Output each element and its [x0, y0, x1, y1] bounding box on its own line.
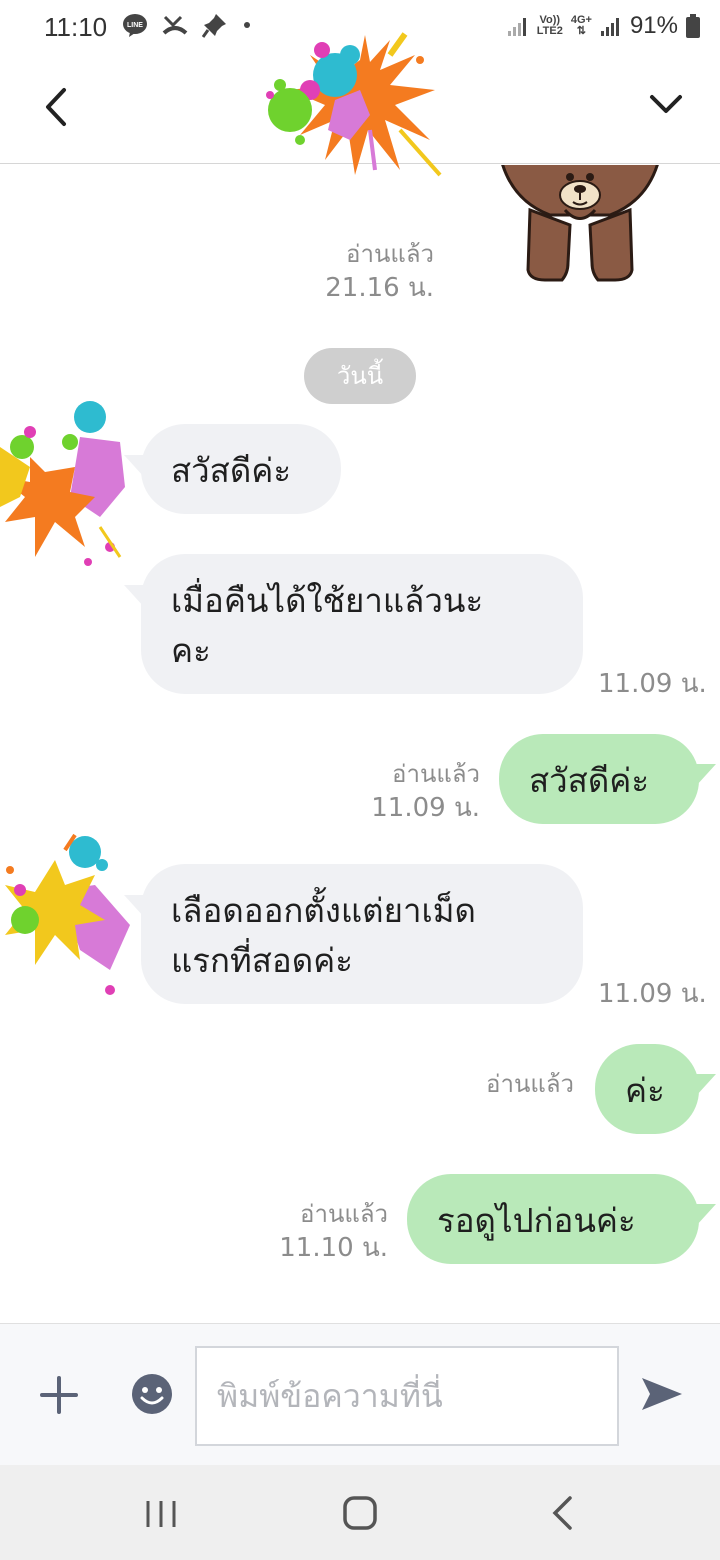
read-label: อ่านแล้ว	[346, 240, 434, 268]
chat-header	[0, 32, 720, 177]
more-dot-icon	[244, 22, 250, 28]
message-text: ค่ะ	[625, 1071, 665, 1110]
message-bubble-outgoing[interactable]: สวัสดีค่ะ	[499, 734, 699, 824]
message-text-line: เมื่อคืนได้ใช้ยาแล้วนะ	[171, 581, 484, 620]
back-icon[interactable]	[548, 1495, 578, 1531]
message-time: 11.09 น.	[598, 979, 707, 1009]
status-time: 11:10	[44, 12, 108, 42]
chevron-down-icon[interactable]	[644, 82, 688, 126]
read-receipt: อ่านแล้ว 11.09 น.	[354, 757, 480, 825]
date-divider: วันนี้	[304, 348, 416, 404]
message-text-line: เลือดออกตั้งแต่ยาเม็ด	[171, 891, 476, 930]
svg-text:LINE: LINE	[127, 22, 143, 29]
bear-sticker[interactable]	[490, 165, 670, 287]
message-bubble-incoming[interactable]: เมื่อคืนได้ใช้ยาแล้วนะ คะ	[141, 554, 583, 694]
message-list[interactable]: อ่านแล้ว 21.16 น. วันนี้ สวัสดีค่ะ เมื่อ…	[0, 165, 720, 1323]
battery-percent: 91%	[629, 12, 678, 39]
message-time: 11.09 น.	[598, 669, 707, 699]
message-time: 21.16 น.	[325, 273, 434, 303]
message-text-line: แรกที่สอดค่ะ	[171, 941, 353, 980]
message-time: 11.09 น.	[371, 793, 480, 823]
signal-weak-icon	[507, 18, 526, 36]
4g-indicator: 4G+ ⇅	[570, 14, 592, 37]
back-chevron-icon[interactable]	[36, 82, 80, 132]
message-text-line: คะ	[171, 631, 211, 670]
home-icon[interactable]	[342, 1495, 378, 1531]
volte-indicator: Vo)) LTE2	[536, 14, 563, 37]
battery-icon	[686, 14, 700, 38]
bubble-tail	[696, 764, 716, 786]
read-receipt: อ่านแล้ว 11.10 น.	[262, 1197, 388, 1265]
plus-icon[interactable]	[38, 1374, 80, 1416]
bubble-tail	[696, 1204, 716, 1226]
message-input-bar	[0, 1323, 720, 1465]
read-receipt: อ่านแล้ว 21.16 น.	[310, 237, 434, 305]
read-label: อ่านแล้ว	[486, 1070, 574, 1098]
message-text: รอดูไปก่อนค่ะ	[437, 1201, 636, 1240]
pin-icon	[202, 14, 226, 38]
message-bubble-incoming[interactable]: เลือดออกตั้งแต่ยาเม็ด แรกที่สอดค่ะ	[141, 864, 583, 1004]
signal-icon	[600, 18, 619, 36]
message-input[interactable]	[195, 1346, 619, 1446]
message-time: 11.10 น.	[279, 1233, 388, 1263]
system-navigation-bar	[0, 1465, 720, 1560]
read-label: อ่านแล้ว	[392, 760, 480, 788]
missed-call-icon	[162, 15, 188, 35]
bubble-tail	[696, 1074, 716, 1096]
read-label: อ่านแล้ว	[300, 1200, 388, 1228]
send-icon[interactable]	[638, 1372, 686, 1416]
status-system-icons: Vo)) LTE2 4G+ ⇅ 91%	[507, 12, 700, 40]
line-app-icon: LINE	[123, 14, 147, 37]
recent-apps-icon[interactable]	[144, 1499, 178, 1529]
contact-avatar[interactable]	[240, 30, 450, 180]
emoji-icon[interactable]	[130, 1372, 174, 1416]
read-receipt: อ่านแล้ว	[448, 1067, 574, 1101]
message-text: สวัสดีค่ะ	[171, 451, 292, 490]
sender-avatar[interactable]	[0, 397, 140, 567]
message-bubble-outgoing[interactable]: รอดูไปก่อนค่ะ	[407, 1174, 699, 1264]
message-bubble-incoming[interactable]: สวัสดีค่ะ	[141, 424, 341, 514]
status-notification-icons: LINE	[122, 12, 252, 38]
message-bubble-outgoing[interactable]: ค่ะ	[595, 1044, 699, 1134]
sender-avatar[interactable]	[0, 830, 140, 1000]
message-text: สวัสดีค่ะ	[529, 761, 650, 800]
